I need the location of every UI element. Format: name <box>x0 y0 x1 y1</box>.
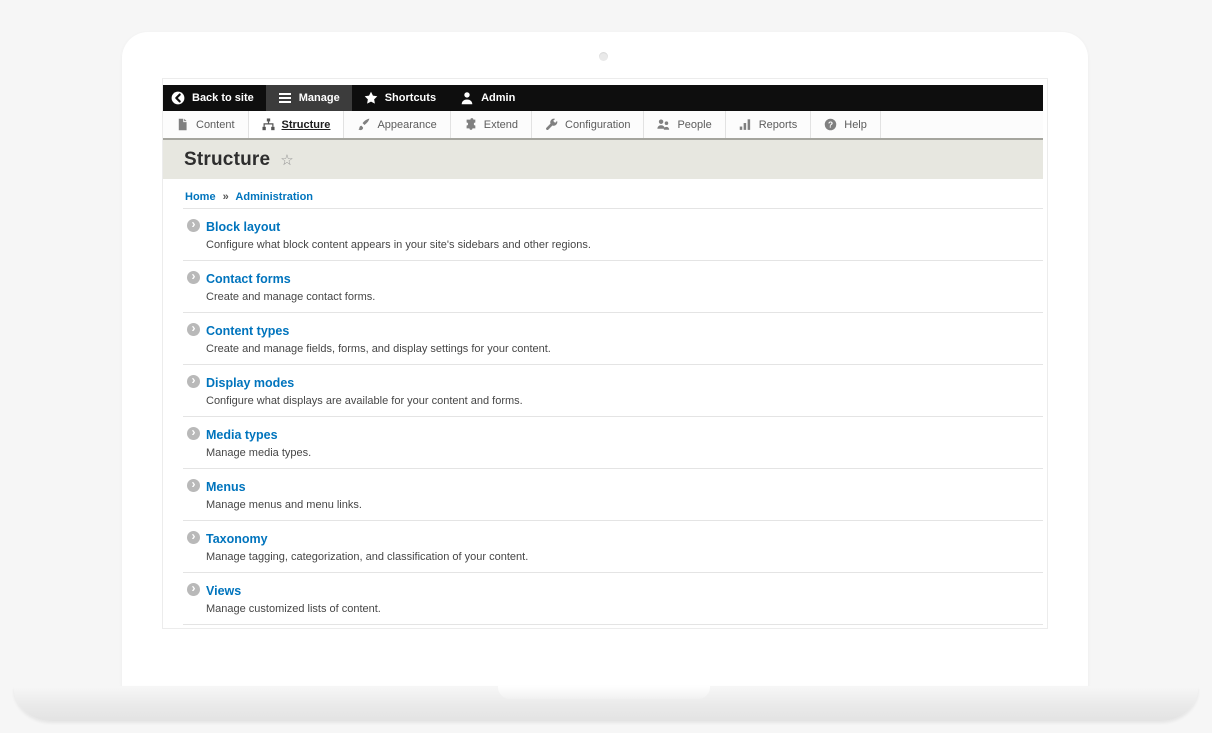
list-item-link[interactable]: Content types <box>206 324 289 338</box>
list-item: › Contact forms Create and manage contac… <box>183 261 1043 313</box>
page-header: Structure ☆ <box>163 138 1043 179</box>
tab-label: Structure <box>281 118 331 131</box>
breadcrumb: Home » Administration <box>185 191 313 203</box>
svg-text:?: ? <box>828 119 833 129</box>
list-item-description: Create and manage contact forms. <box>206 291 376 303</box>
breadcrumb-link-administration[interactable]: Administration <box>235 191 313 203</box>
list-item-description: Create and manage fields, forms, and dis… <box>206 343 551 355</box>
list-item-description: Manage customized lists of content. <box>206 603 381 615</box>
tab-label: Extend <box>483 118 519 131</box>
circled-chevron-icon: › <box>187 270 200 284</box>
list-item-description: Configure what block content appears in … <box>206 239 591 251</box>
puzzle-icon <box>464 118 477 131</box>
list-item-text: Display modes Configure what displays ar… <box>206 374 523 407</box>
camera-icon <box>599 52 608 61</box>
favorite-star-icon[interactable]: ☆ <box>280 151 293 169</box>
list-item-text: Contact forms Create and manage contact … <box>206 270 375 303</box>
circled-chevron-icon: › <box>187 530 200 544</box>
question-icon: ? <box>824 118 837 131</box>
tab-extend[interactable]: Extend <box>450 111 533 138</box>
tab-label: Appearance <box>377 118 437 131</box>
tab-label: Content <box>196 118 235 131</box>
list-item-link[interactable]: Block layout <box>206 220 280 234</box>
hamburger-icon <box>278 91 292 105</box>
circled-chevron-icon: › <box>187 478 200 492</box>
list-item-link[interactable]: Taxonomy <box>206 532 268 546</box>
list-item-link[interactable]: Display modes <box>206 376 294 390</box>
shortcuts-button[interactable]: Shortcuts <box>352 85 448 111</box>
laptop-screen: Back to site Manage Shortcuts Admin Cont… <box>162 78 1048 629</box>
wrench-icon <box>545 118 558 131</box>
circled-chevron-icon: › <box>187 322 200 336</box>
breadcrumb-link-home[interactable]: Home <box>185 191 216 203</box>
list-item-link[interactable]: Contact forms <box>206 272 291 286</box>
tab-configuration[interactable]: Configuration <box>532 111 645 138</box>
list-item: › Menus Manage menus and menu links. <box>183 469 1043 521</box>
list-item: › Views Manage customized lists of conte… <box>183 573 1043 625</box>
admin-tab-bar: Content Structure Appearance Extend Conf… <box>163 111 1043 138</box>
list-item-link[interactable]: Menus <box>206 480 246 494</box>
admin-toolbar: Back to site Manage Shortcuts Admin <box>163 85 1043 111</box>
user-icon <box>460 91 474 105</box>
laptop-frame: Back to site Manage Shortcuts Admin Cont… <box>122 32 1088 687</box>
document-icon <box>176 118 189 131</box>
sitemap-icon <box>261 118 275 131</box>
toolbar-item-label: Manage <box>298 92 340 104</box>
toolbar-item-label: Back to site <box>192 92 254 104</box>
list-item: › Display modes Configure what displays … <box>183 365 1043 417</box>
tab-label: Reports <box>758 118 798 131</box>
laptop-base-notch <box>498 686 710 699</box>
paintbrush-icon <box>357 118 370 131</box>
toolbar-item-label: Shortcuts <box>384 92 437 104</box>
toolbar-item-label: Admin <box>481 92 516 104</box>
circled-chevron-icon: › <box>187 218 200 232</box>
tab-people[interactable]: People <box>644 111 726 138</box>
structure-admin-list: › Block layout Configure what block cont… <box>183 208 1043 625</box>
list-item: › Media types Manage media types. <box>183 417 1043 469</box>
admin-user-button[interactable]: Admin <box>448 85 527 111</box>
breadcrumb-separator: » <box>222 191 229 203</box>
circled-chevron-icon: › <box>187 426 200 440</box>
page-title: Structure <box>184 148 271 170</box>
tab-structure[interactable]: Structure <box>248 111 345 138</box>
list-item-description: Manage tagging, categorization, and clas… <box>206 551 529 563</box>
list-item-text: Taxonomy Manage tagging, categorization,… <box>206 530 528 563</box>
tab-label: Help <box>844 118 867 131</box>
people-icon <box>657 118 670 131</box>
list-item: › Content types Create and manage fields… <box>183 313 1043 365</box>
list-item-text: Media types Manage media types. <box>206 426 311 459</box>
list-item-text: Block layout Configure what block conten… <box>206 218 591 251</box>
bar-chart-icon <box>739 118 752 131</box>
tab-content[interactable]: Content <box>163 111 249 138</box>
back-arrow-icon <box>171 91 185 105</box>
back-to-site-button[interactable]: Back to site <box>163 85 266 111</box>
list-item-link[interactable]: Views <box>206 584 241 598</box>
list-item-text: Menus Manage menus and menu links. <box>206 478 362 511</box>
list-item-text: Content types Create and manage fields, … <box>206 322 551 355</box>
list-item: › Block layout Configure what block cont… <box>183 209 1043 261</box>
tab-appearance[interactable]: Appearance <box>344 111 451 138</box>
list-item: › Taxonomy Manage tagging, categorizatio… <box>183 521 1043 573</box>
list-item-text: Views Manage customized lists of content… <box>206 582 381 615</box>
list-item-description: Configure what displays are available fo… <box>206 395 523 407</box>
star-icon <box>364 91 378 105</box>
list-item-link[interactable]: Media types <box>206 428 278 442</box>
tab-help[interactable]: ? Help <box>811 111 881 138</box>
circled-chevron-icon: › <box>187 374 200 388</box>
tab-label: People <box>677 118 712 131</box>
tab-reports[interactable]: Reports <box>725 111 812 138</box>
manage-button[interactable]: Manage <box>265 85 352 111</box>
tab-label: Configuration <box>565 118 631 131</box>
list-item-description: Manage media types. <box>206 447 312 459</box>
circled-chevron-icon: › <box>187 582 200 596</box>
list-item-description: Manage menus and menu links. <box>206 499 362 511</box>
